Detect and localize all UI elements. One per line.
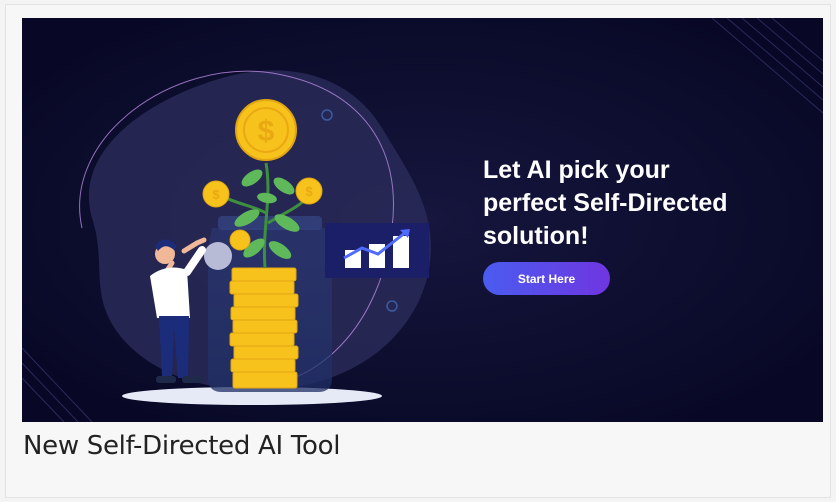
card: $ $ $ Let AI pick your perfect Self-Dire… <box>5 4 831 498</box>
headline-line: perfect Self-Directed <box>483 189 728 217</box>
headline-line: Let AI pick your <box>483 156 670 184</box>
headline-line: solution! <box>483 222 589 250</box>
dollar-coin-icon: $ <box>235 99 297 161</box>
promo-banner[interactable]: $ $ $ Let AI pick your perfect Self-Dire… <box>22 18 823 422</box>
svg-text:$: $ <box>212 187 220 202</box>
card-title[interactable]: New Self-Directed AI Tool <box>23 431 340 461</box>
svg-text:$: $ <box>258 115 275 148</box>
coin-stack <box>229 267 299 389</box>
start-here-button[interactable]: Start Here <box>483 262 610 295</box>
svg-text:$: $ <box>305 184 313 199</box>
growth-chart-icon <box>325 223 429 278</box>
banner-headline: Let AI pick your perfect Self-Directed s… <box>483 154 783 253</box>
